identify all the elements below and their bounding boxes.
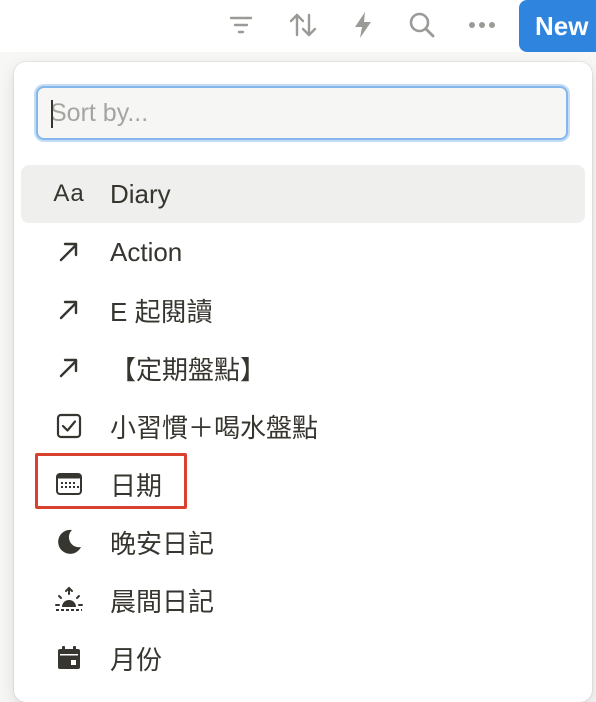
calendar-month-icon [47, 641, 91, 675]
text-caret [51, 100, 53, 128]
property-item-diary[interactable]: Aa Diary [21, 165, 585, 223]
text-icon: Aa [53, 180, 85, 207]
sort-icon[interactable] [286, 6, 320, 44]
property-label: 晨間日記 [110, 586, 215, 617]
sunrise-icon [47, 583, 91, 617]
property-item-e-reading[interactable]: E 起閱讀 [21, 281, 585, 339]
property-label: 晚安日記 [110, 528, 215, 559]
property-item-periodic-review[interactable]: 【定期盤點】 [21, 339, 585, 397]
new-button[interactable]: New [519, 0, 596, 52]
relation-arrow-icon [47, 351, 91, 385]
checkbox-icon [47, 409, 91, 443]
property-label: Action [110, 236, 183, 267]
moon-icon [47, 525, 91, 559]
sort-search-input[interactable] [38, 88, 566, 138]
relation-arrow-icon [47, 293, 91, 327]
sort-search-box [36, 86, 568, 140]
property-label: 日期 [110, 470, 163, 501]
property-label: Diary [110, 178, 171, 209]
relation-arrow-icon [47, 235, 91, 269]
top-toolbar: New [0, 0, 596, 52]
property-item-goodnight-diary[interactable]: 晚安日記 [21, 513, 585, 571]
lightning-icon[interactable] [346, 6, 380, 44]
sort-property-menu: Aa Diary Action E 起閱讀 【定期盤點】 小習慣＋喝水盤點 [14, 62, 592, 702]
property-item-action[interactable]: Action [21, 223, 585, 281]
filter-icon[interactable] [224, 6, 258, 44]
more-icon[interactable] [465, 6, 499, 44]
search-icon[interactable] [405, 6, 439, 44]
property-item-date[interactable]: 日期 [21, 455, 585, 513]
property-label: E 起閱讀 [110, 296, 213, 327]
property-item-month[interactable]: 月份 [21, 629, 585, 687]
property-item-morning-diary[interactable]: 晨間日記 [21, 571, 585, 629]
property-label: 小習慣＋喝水盤點 [110, 412, 319, 443]
calendar-icon [47, 467, 91, 501]
property-label: 月份 [110, 644, 163, 675]
property-list: Aa Diary Action E 起閱讀 【定期盤點】 小習慣＋喝水盤點 日期… [21, 165, 585, 687]
property-item-habits[interactable]: 小習慣＋喝水盤點 [21, 397, 585, 455]
property-label: 【定期盤點】 [110, 354, 267, 385]
